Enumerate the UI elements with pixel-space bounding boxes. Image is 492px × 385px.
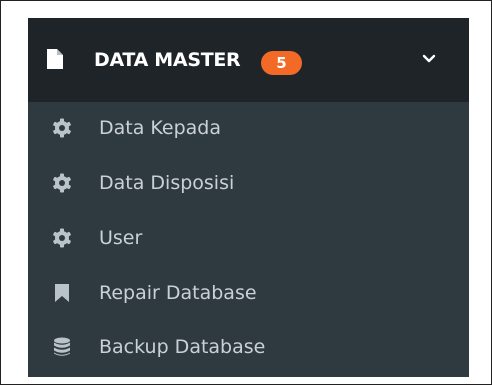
chevron-down-icon[interactable] <box>422 54 436 64</box>
menu-item-data-kepada[interactable]: Data Kepada <box>28 102 469 154</box>
menu-item-label: Data Disposisi <box>99 172 235 194</box>
menu-item-backup-database[interactable]: Backup Database <box>28 321 469 373</box>
file-icon <box>47 49 63 69</box>
sidebar-menu: DATA MASTER 5 Data Kepada Data Disposisi… <box>28 18 469 377</box>
menu-item-label: Data Kepada <box>99 117 222 139</box>
gear-icon <box>53 173 71 193</box>
menu-item-user[interactable]: User <box>28 212 469 264</box>
count-badge: 5 <box>261 51 302 75</box>
menu-item-label: Repair Database <box>99 282 257 304</box>
menu-item-label: User <box>99 227 143 249</box>
screenshot-frame: DATA MASTER 5 Data Kepada Data Disposisi… <box>0 0 492 385</box>
menu-item-label: Backup Database <box>99 336 266 358</box>
gear-icon <box>53 118 71 138</box>
gear-icon <box>53 228 71 248</box>
menu-item-data-disposisi[interactable]: Data Disposisi <box>28 157 469 209</box>
menu-item-repair-database[interactable]: Repair Database <box>28 267 469 319</box>
menu-group-header[interactable]: DATA MASTER 5 <box>28 18 469 102</box>
database-icon <box>54 337 70 356</box>
menu-group-title: DATA MASTER <box>94 49 241 71</box>
bookmark-icon <box>55 284 69 302</box>
